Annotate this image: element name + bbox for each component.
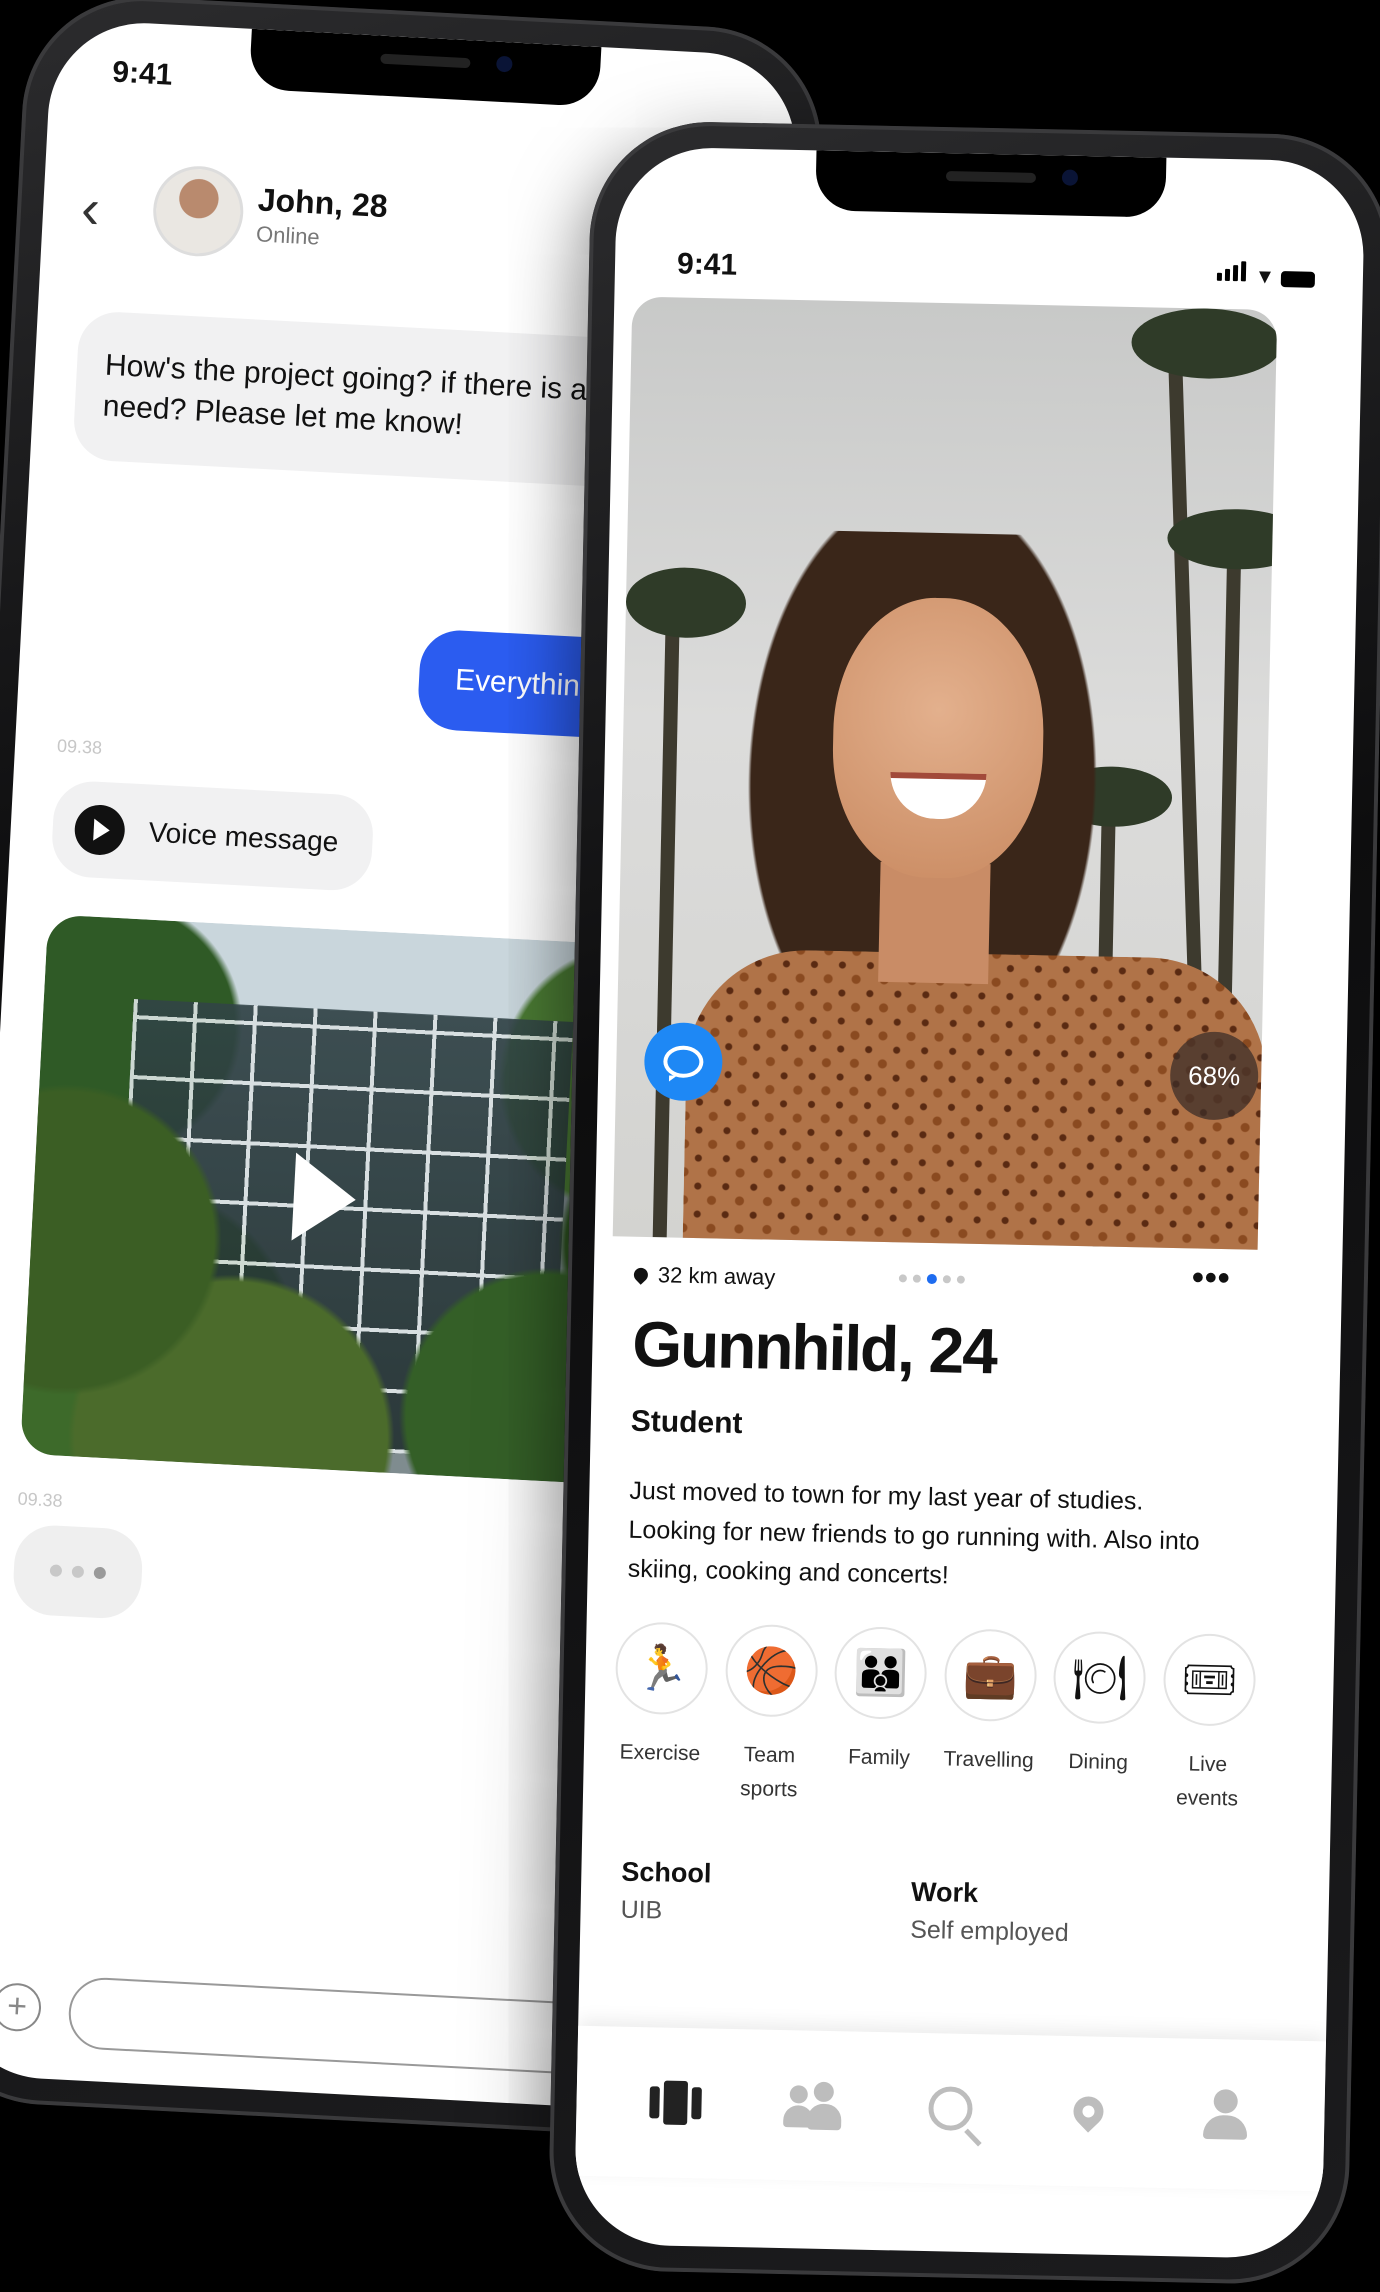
avatar[interactable] (150, 163, 246, 259)
distance-text: 32 km away (657, 1262, 776, 1290)
work-heading: Work (910, 1876, 979, 1909)
interest-label: Live events (1175, 1752, 1239, 1811)
chat-bubble-icon (663, 1045, 704, 1079)
tab-people[interactable] (777, 2070, 848, 2141)
voice-message[interactable]: Voice message (50, 779, 375, 893)
user-icon (1203, 2089, 1248, 2140)
status-icons: ▾ (1216, 261, 1316, 290)
interest-item[interactable]: 👪 Family (832, 1626, 928, 1809)
back-chevron-icon[interactable]: ‹ (80, 176, 102, 240)
interest-label: Family (847, 1745, 911, 1770)
interest-label: Dining (1068, 1749, 1129, 1775)
work-info: Work Self employed (910, 1877, 1070, 1948)
notch (815, 150, 1167, 218)
location-icon (1066, 2090, 1110, 2133)
status-time: 9:41 (111, 55, 174, 92)
tab-profile[interactable] (1190, 2079, 1261, 2150)
interest-item[interactable]: 💼 Travelling (942, 1628, 1038, 1811)
add-attachment-icon[interactable]: + (0, 1982, 43, 2033)
tab-search[interactable] (915, 2073, 986, 2144)
runner-icon: 🏃 (614, 1621, 709, 1716)
pager-dot[interactable] (912, 1274, 921, 1283)
people-icon (783, 2081, 842, 2131)
location-pin-icon (631, 1265, 651, 1285)
interest-label: Exercise (619, 1740, 701, 1766)
neck (878, 861, 991, 985)
interest-item[interactable]: 🏃 Exercise (613, 1621, 709, 1804)
battery-icon (1280, 271, 1316, 288)
contact-name: John, 28 (257, 181, 389, 225)
profile-occupation: Student (630, 1404, 743, 1441)
search-icon (928, 2086, 973, 2132)
cards-icon (649, 2080, 702, 2126)
interests-list: 🏃 Exercise 🏀 Team sports 👪 Family 💼 Travelling 🍽… (613, 1621, 1257, 1816)
contact-status: Online (255, 221, 321, 250)
pager-dot[interactable] (942, 1275, 951, 1284)
distance-row: 32 km away (631, 1262, 776, 1291)
more-options-icon[interactable]: ••• (1192, 1258, 1232, 1298)
typing-indicator (11, 1523, 145, 1621)
ticket-icon: 🎟 (1162, 1632, 1257, 1727)
profile-screen: 9:41 ▾ 68% 32 km away ••• Gunnhild, 24 S… (573, 146, 1366, 2260)
work-value: Self employed (909, 1915, 1069, 1947)
interest-item[interactable]: 🎟 Live events (1161, 1632, 1257, 1816)
photo-pager[interactable] (898, 1273, 965, 1285)
play-icon[interactable] (73, 803, 127, 857)
interest-item[interactable]: 🏀 Team sports (722, 1623, 819, 1807)
face (830, 595, 1047, 881)
interest-item[interactable]: 🍽 Dining (1051, 1630, 1147, 1814)
video-play-icon[interactable] (291, 1152, 359, 1244)
pager-dot[interactable] (926, 1273, 937, 1285)
tab-bar (575, 2025, 1327, 2192)
pager-dot[interactable] (898, 1274, 907, 1283)
signal-icon (1216, 261, 1250, 287)
basketball-icon: 🏀 (724, 1623, 819, 1718)
profile-bio: Just moved to town for my last year of s… (627, 1476, 1200, 1589)
interest-label: Travelling (943, 1747, 1034, 1773)
profile-photo[interactable] (612, 296, 1278, 1250)
profile-phone: 9:41 ▾ 68% 32 km away ••• Gunnhild, 24 S… (547, 119, 1380, 2286)
voice-message-label: Voice message (147, 816, 340, 858)
school-value: UIB (620, 1895, 663, 1925)
interest-label: Team sports (739, 1743, 798, 1801)
suitcase-icon: 💼 (943, 1628, 1038, 1723)
timestamp: 09.38 (17, 1488, 64, 1511)
plate-icon: 🍽 (1052, 1630, 1147, 1725)
tab-location[interactable] (1052, 2076, 1123, 2147)
wifi-icon: ▾ (1258, 262, 1272, 290)
family-icon: 👪 (833, 1626, 928, 1720)
pager-dot[interactable] (956, 1275, 965, 1284)
timestamp: 09.38 (56, 735, 103, 758)
profile-name: Gunnhild, 24 (631, 1307, 997, 1388)
school-heading: School (621, 1856, 712, 1889)
school-info: School UIB (620, 1857, 711, 1927)
tab-cards[interactable] (640, 2067, 711, 2138)
notch (248, 28, 602, 108)
status-time: 9:41 (676, 247, 738, 282)
